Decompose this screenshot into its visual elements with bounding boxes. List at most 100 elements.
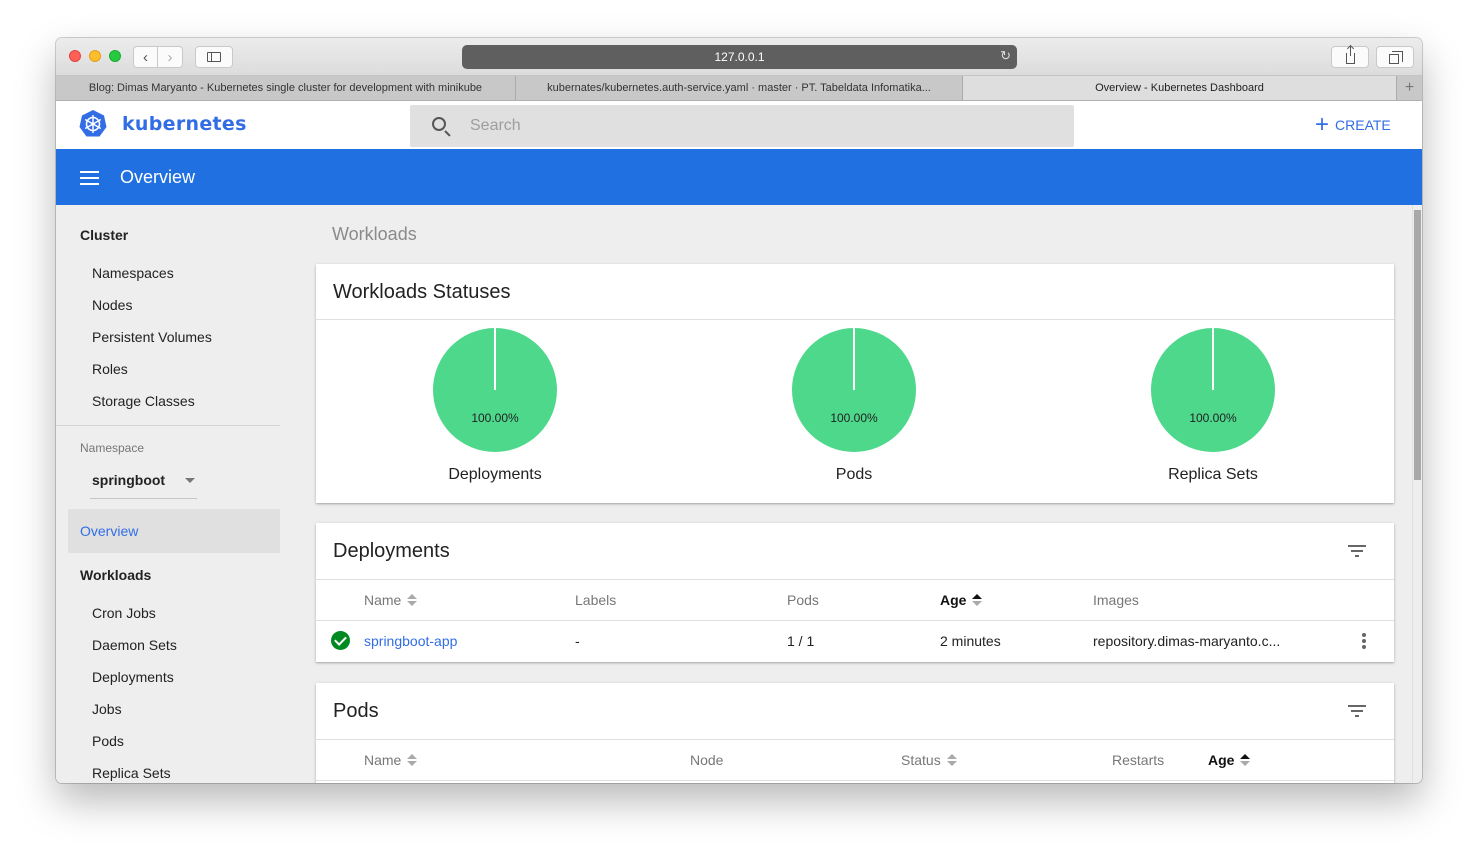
sort-icon xyxy=(407,753,418,767)
search-icon xyxy=(432,117,446,131)
brand-name[interactable]: kubernetes xyxy=(122,113,247,135)
deployment-images: repository.dimas-maryanto.c... xyxy=(1093,633,1281,649)
row-divider xyxy=(316,780,1394,781)
filter-icon[interactable] xyxy=(1348,545,1366,559)
pie-percent-label: 100.00% xyxy=(1189,411,1237,425)
column-label: Status xyxy=(901,752,941,768)
pie-chart: 100.00% Deployments xyxy=(395,327,595,487)
nav-item-jobs[interactable]: Jobs xyxy=(92,701,122,717)
column-label: Images xyxy=(1093,592,1139,608)
dropdown-arrow-icon xyxy=(185,478,195,483)
address-bar[interactable]: 127.0.0.1 ↻ xyxy=(462,45,1017,69)
sort-ascending-icon xyxy=(1240,753,1251,767)
column-header-name[interactable]: Name xyxy=(364,752,418,768)
deployment-labels: - xyxy=(575,633,580,649)
browser-tab[interactable]: kubernates/kubernetes.auth-service.yaml … xyxy=(516,76,963,100)
main-content: Workloads Workloads Statuses 100.00% Depl… xyxy=(296,205,1412,783)
card-divider xyxy=(316,579,1394,580)
column-label: Name xyxy=(364,592,402,608)
pie-label: Deployments xyxy=(448,466,542,483)
deployment-name-link[interactable]: springboot-app xyxy=(364,633,457,649)
share-icon xyxy=(1345,46,1355,64)
nav-item-overview[interactable]: Overview xyxy=(68,509,280,553)
column-label: Restarts xyxy=(1112,752,1165,768)
deployment-age: 2 minutes xyxy=(940,633,1001,649)
page-title: Overview xyxy=(120,167,196,187)
column-header-pods: Pods xyxy=(787,592,819,608)
browser-tab-active[interactable]: Overview - Kubernetes Dashboard xyxy=(963,76,1397,100)
kubernetes-logo-icon[interactable] xyxy=(78,109,108,139)
url-text: 127.0.0.1 xyxy=(714,50,765,64)
browser-window: ‹ › 127.0.0.1 ↻ Blog: Dimas Maryanto - K… xyxy=(56,38,1422,783)
browser-tab[interactable]: Blog: Dimas Maryanto - Kubernetes single… xyxy=(56,76,516,100)
pie-svg xyxy=(792,327,916,452)
nav-item-storage-classes[interactable]: Storage Classes xyxy=(92,393,195,409)
minimize-window-button[interactable] xyxy=(89,50,101,62)
card-title: Workloads Statuses xyxy=(333,281,511,303)
nav-item-namespaces[interactable]: Namespaces xyxy=(92,265,174,281)
card-title: Deployments xyxy=(333,540,450,562)
pie-percent-label: 100.00% xyxy=(471,411,519,425)
column-header-status[interactable]: Status xyxy=(901,752,957,768)
nav-section-workloads[interactable]: Workloads xyxy=(80,567,151,583)
nav-divider xyxy=(56,425,280,426)
browser-titlebar: ‹ › 127.0.0.1 ↻ xyxy=(56,38,1422,76)
column-header-age[interactable]: Age xyxy=(940,592,983,608)
column-header-restarts: Restarts xyxy=(1112,752,1164,768)
chevron-right-icon: › xyxy=(167,48,173,66)
column-header-name[interactable]: Name xyxy=(364,592,418,608)
column-header-age[interactable]: Age xyxy=(1208,752,1251,768)
nav-section-cluster[interactable]: Cluster xyxy=(80,227,128,243)
back-button[interactable]: ‹ xyxy=(133,46,158,68)
column-label: Labels xyxy=(575,592,617,608)
tabs-icon xyxy=(1388,50,1403,64)
namespace-select[interactable]: springboot xyxy=(90,467,197,499)
zoom-window-button[interactable] xyxy=(109,50,121,62)
new-tab-button[interactable]: + xyxy=(1397,76,1422,100)
browser-tab-bar: Blog: Dimas Maryanto - Kubernetes single… xyxy=(56,76,1422,101)
scrollbar-thumb[interactable] xyxy=(1414,210,1421,480)
column-header-images: Images xyxy=(1093,592,1139,608)
forward-button[interactable]: › xyxy=(158,46,183,68)
column-label: Pods xyxy=(787,592,819,608)
pods-card: Pods Name Node Status Restarts Age xyxy=(316,683,1394,783)
more-actions-icon[interactable] xyxy=(1361,633,1367,649)
reload-icon[interactable]: ↻ xyxy=(1000,48,1011,64)
nav-item-persistent-volumes[interactable]: Persistent Volumes xyxy=(92,329,212,345)
column-header-labels: Labels xyxy=(575,592,616,608)
card-divider xyxy=(316,739,1394,740)
row-divider xyxy=(316,620,1394,621)
namespace-value: springboot xyxy=(92,472,166,488)
sidebar-icon xyxy=(207,52,221,62)
pie-svg xyxy=(433,327,557,452)
chevron-left-icon: ‹ xyxy=(143,48,148,66)
search-input[interactable] xyxy=(470,105,1050,147)
column-header-node: Node xyxy=(690,752,723,768)
workloads-statuses-card: Workloads Statuses 100.00% Deployments 100… xyxy=(316,264,1394,503)
nav-item-roles[interactable]: Roles xyxy=(92,361,128,377)
column-label: Age xyxy=(940,592,967,608)
close-window-button[interactable] xyxy=(69,50,81,62)
card-title: Pods xyxy=(333,700,379,722)
search-bar[interactable] xyxy=(410,105,1074,147)
nav-item-pods[interactable]: Pods xyxy=(92,733,124,749)
nav-item-daemon-sets[interactable]: Daemon Sets xyxy=(92,637,177,653)
show-tabs-button[interactable] xyxy=(1376,46,1414,68)
create-button[interactable]: + CREATE xyxy=(1315,113,1391,137)
pie-label: Pods xyxy=(835,466,873,483)
share-button[interactable] xyxy=(1331,46,1369,68)
nav-item-cron-jobs[interactable]: Cron Jobs xyxy=(92,605,156,621)
card-divider xyxy=(316,319,1394,320)
nav-item-replica-sets[interactable]: Replica Sets xyxy=(92,765,171,781)
sidebar-toggle-button[interactable] xyxy=(195,46,233,68)
create-label: CREATE xyxy=(1335,117,1391,133)
app-header: kubernetes + CREATE xyxy=(56,101,1422,149)
sort-ascending-icon xyxy=(972,593,983,607)
nav-item-nodes[interactable]: Nodes xyxy=(92,297,132,313)
plus-icon: + xyxy=(1315,111,1330,138)
column-label: Age xyxy=(1208,752,1235,768)
status-success-icon xyxy=(331,631,350,650)
nav-item-deployments[interactable]: Deployments xyxy=(92,669,174,685)
menu-icon[interactable] xyxy=(80,171,99,189)
filter-icon[interactable] xyxy=(1348,705,1366,719)
